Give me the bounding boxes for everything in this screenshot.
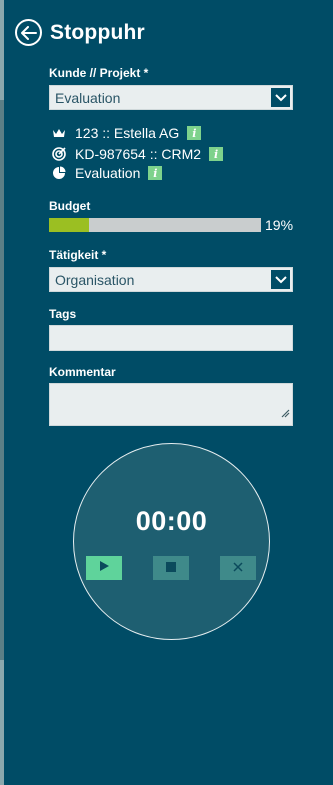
crown-icon xyxy=(51,125,67,141)
budget-progress-fill xyxy=(49,218,90,232)
tags-input[interactable] xyxy=(49,325,293,351)
budget-progress-bar xyxy=(49,218,261,232)
timer-circle: 00:00 xyxy=(73,443,270,640)
play-icon xyxy=(98,559,110,577)
chevron-down-icon[interactable] xyxy=(271,88,290,107)
cancel-button[interactable] xyxy=(220,556,256,580)
customer-project-value: Evaluation xyxy=(55,89,121,106)
customer-project-select[interactable]: Evaluation xyxy=(49,85,293,110)
project-text: KD-987654 :: CRM2 xyxy=(75,146,202,162)
project-info-row: KD-987654 :: CRM2 i xyxy=(51,146,224,162)
chevron-down-icon[interactable] xyxy=(271,270,290,289)
activity-select[interactable]: Organisation xyxy=(49,267,293,292)
customer-project-label: Kunde // Projekt * xyxy=(49,66,149,80)
arrow-left-circle-icon[interactable] xyxy=(15,19,42,46)
comment-label: Kommentar xyxy=(49,365,116,379)
page-title: Stoppuhr xyxy=(50,20,145,44)
left-edge-strip xyxy=(0,0,4,785)
stop-icon xyxy=(166,559,176,577)
customer-text: 123 :: Estella AG xyxy=(75,125,180,141)
stop-button[interactable] xyxy=(153,556,189,580)
activity-info-row: Evaluation i xyxy=(51,165,163,181)
left-edge-shade xyxy=(0,100,4,660)
info-icon[interactable]: i xyxy=(148,166,163,180)
activity-select-label: Tätigkeit * xyxy=(49,248,107,262)
comment-textarea[interactable] xyxy=(49,383,293,426)
activity-select-value: Organisation xyxy=(55,271,135,288)
pie-chart-icon xyxy=(51,165,67,181)
activity-text: Evaluation xyxy=(75,165,141,181)
timer-display: 00:00 xyxy=(135,506,208,536)
customer-info-row: 123 :: Estella AG i xyxy=(51,125,202,141)
close-icon xyxy=(233,559,243,577)
header: Stoppuhr xyxy=(15,19,145,46)
info-icon[interactable]: i xyxy=(187,126,202,140)
play-button[interactable] xyxy=(86,556,122,580)
tags-label: Tags xyxy=(49,307,77,321)
budget-percent: 19% xyxy=(265,217,294,233)
budget-label: Budget xyxy=(49,199,91,213)
info-icon[interactable]: i xyxy=(209,147,224,161)
resize-grip-icon[interactable] xyxy=(281,405,290,423)
target-icon xyxy=(51,146,67,162)
